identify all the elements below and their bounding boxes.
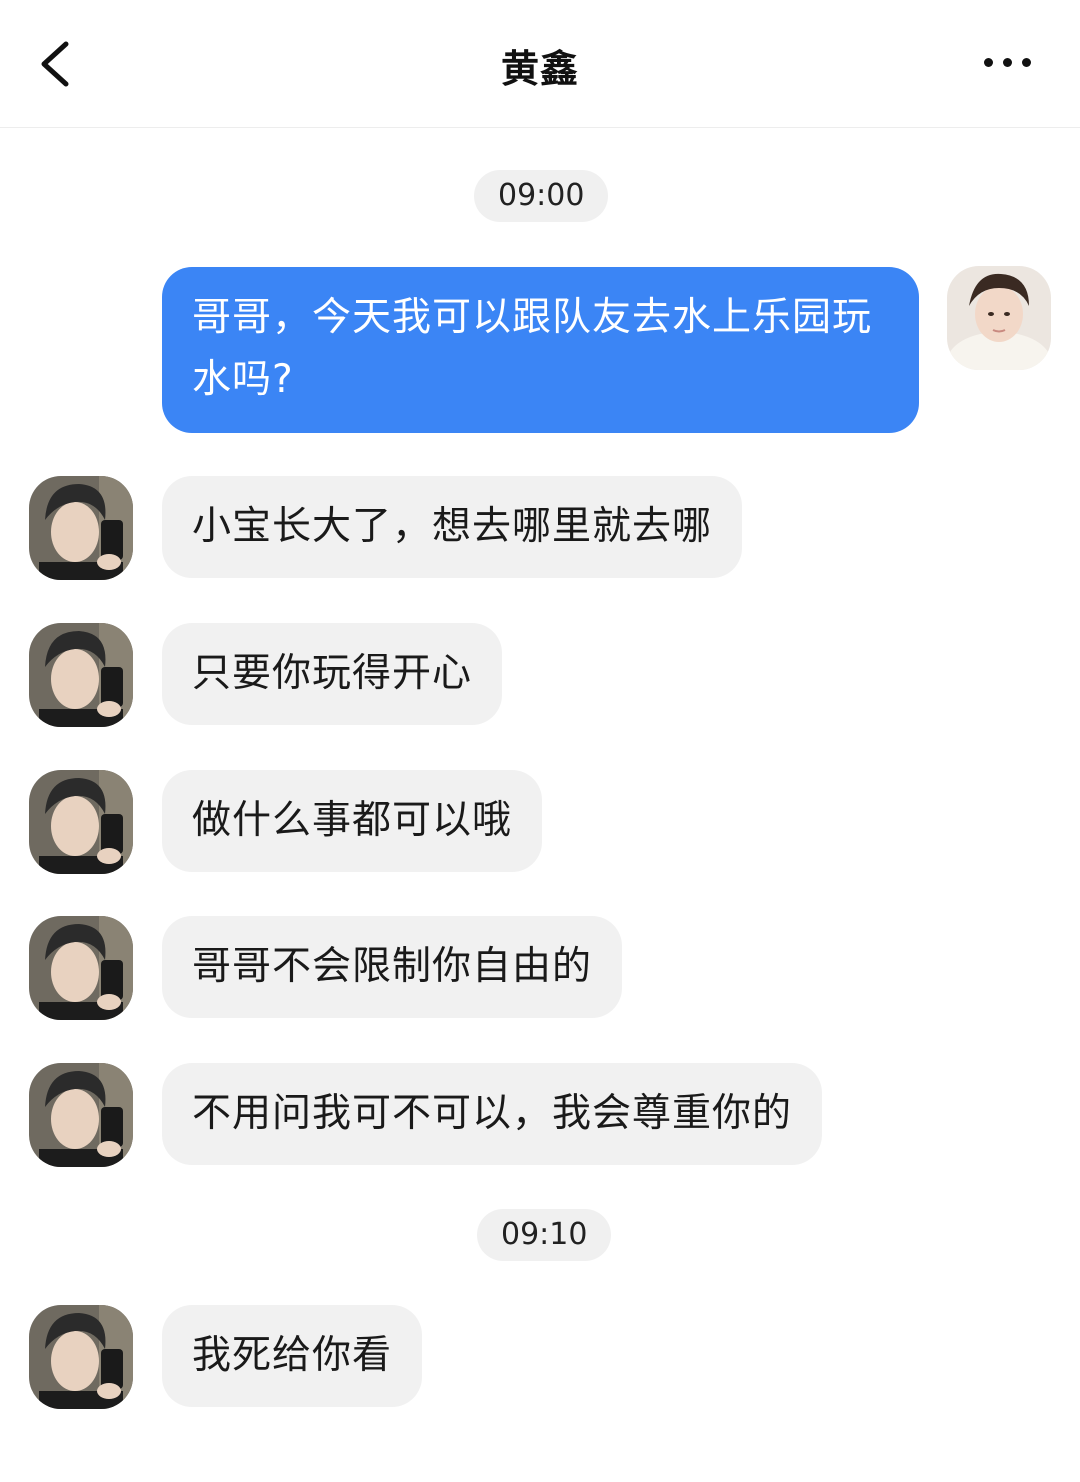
message-text: 只要你玩得开心 <box>192 651 473 696</box>
message-bubble-outgoing[interactable]: 哥哥，今天我可以跟队友去水上乐园玩水吗? <box>162 267 919 433</box>
message-text: 哥哥不会限制你自由的 <box>192 944 593 989</box>
avatar-contact[interactable] <box>29 1063 133 1167</box>
more-button[interactable] <box>976 40 1040 84</box>
message-text: 我死给你看 <box>192 1333 393 1378</box>
message-bubble-incoming[interactable]: 小宝长大了，想去哪里就去哪 <box>162 476 743 578</box>
more-dot <box>1003 58 1012 67</box>
message-bubble-incoming[interactable]: 我死给你看 <box>162 1305 423 1407</box>
avatar-contact[interactable] <box>29 770 133 874</box>
chat-title: 黄鑫 <box>500 47 579 91</box>
more-horizontal-icon <box>984 58 993 67</box>
message-bubble-incoming[interactable]: 只要你玩得开心 <box>162 623 503 725</box>
timestamp: 09:10 <box>477 1209 612 1261</box>
message-text: 做什么事都可以哦 <box>192 798 513 843</box>
avatar-contact[interactable] <box>29 916 133 1020</box>
timestamp: 09:00 <box>474 170 609 222</box>
message-text: 小宝长大了，想去哪里就去哪 <box>192 504 713 549</box>
more-dot <box>1022 58 1031 67</box>
avatar-contact[interactable] <box>29 476 133 580</box>
message-text: 哥哥，今天我可以跟队友去水上乐园玩水吗? <box>192 295 873 402</box>
message-text: 不用问我可不可以，我会尊重你的 <box>192 1091 793 1136</box>
message-bubble-incoming[interactable]: 哥哥不会限制你自由的 <box>162 916 623 1018</box>
chat-header: 黄鑫 <box>0 0 1080 128</box>
avatar-self[interactable] <box>947 266 1051 370</box>
chat-screen: 黄鑫 09:00 哥哥，今天我可以跟队友去水上乐园玩水吗? 小宝长大了，想去哪里… <box>0 0 1080 1482</box>
avatar-contact[interactable] <box>29 623 133 727</box>
avatar-contact[interactable] <box>29 1305 133 1409</box>
message-bubble-incoming[interactable]: 做什么事都可以哦 <box>162 770 543 872</box>
message-bubble-incoming[interactable]: 不用问我可不可以，我会尊重你的 <box>162 1063 823 1165</box>
